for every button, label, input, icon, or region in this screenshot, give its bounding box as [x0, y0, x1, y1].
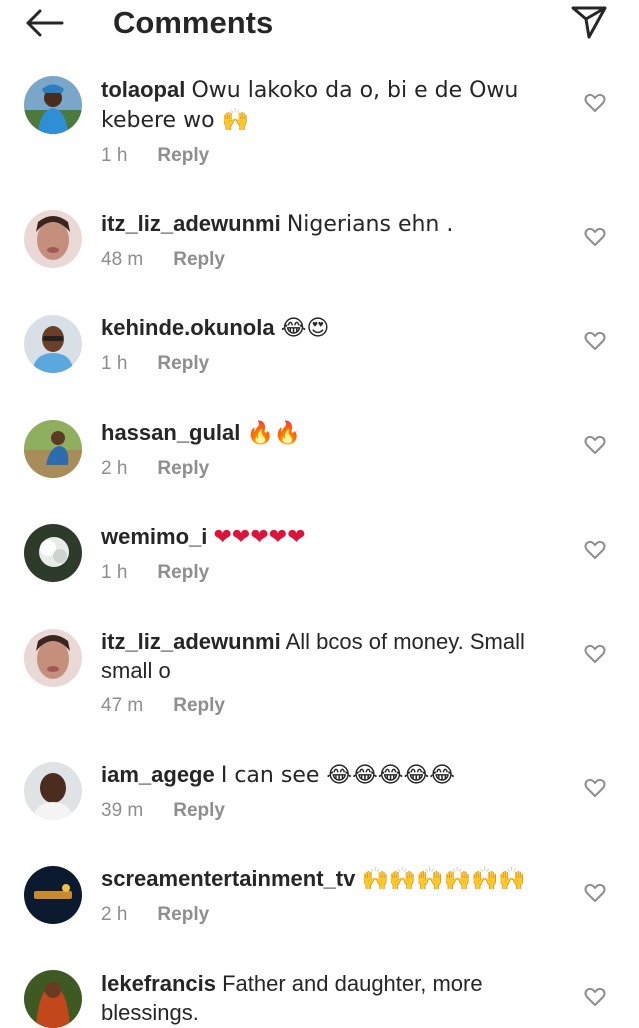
heart-icon [584, 987, 606, 1006]
reply-button[interactable]: Reply [173, 695, 225, 716]
like-button[interactable] [582, 641, 608, 667]
like-button[interactable] [582, 537, 608, 563]
reply-button[interactable]: Reply [157, 904, 209, 925]
comment-username[interactable]: kehinde.okunola [101, 315, 275, 340]
avatar[interactable] [24, 315, 82, 373]
comment-time: 2 h [101, 458, 128, 479]
comment-text: I can see 😂😂😂😂😂 [220, 763, 455, 788]
like-button[interactable] [582, 224, 608, 250]
avatar[interactable] [24, 866, 82, 924]
avatar[interactable] [24, 970, 82, 1028]
avatar[interactable] [24, 629, 82, 687]
like-button[interactable] [582, 775, 608, 801]
comment-text: ❤❤❤❤❤ [213, 525, 306, 550]
reply-button[interactable]: Reply [157, 562, 209, 583]
like-button[interactable] [582, 880, 608, 906]
comment-text: 🙌🙌🙌🙌🙌🙌 [361, 867, 526, 892]
comment-text: Nigerians ehn . [286, 212, 454, 237]
heart-icon [584, 644, 606, 663]
avatar[interactable] [24, 524, 82, 582]
reply-button[interactable]: Reply [157, 458, 209, 479]
heart-icon [584, 331, 606, 350]
comment-time: 1 h [101, 353, 128, 374]
comment-username[interactable]: screamentertainment_tv [101, 866, 355, 891]
reply-button[interactable]: Reply [157, 145, 209, 166]
heart-icon [584, 227, 606, 246]
comment-username[interactable]: itz_liz_adewunmi [101, 211, 281, 236]
back-button[interactable] [22, 4, 66, 42]
avatar[interactable] [24, 76, 82, 134]
comment-username[interactable]: itz_liz_adewunmi [101, 629, 281, 654]
page-title: Comments [113, 5, 274, 40]
comment-time: 39 m [101, 800, 144, 821]
paper-plane-icon [571, 6, 607, 39]
heart-icon [584, 778, 606, 797]
heart-icon [584, 540, 606, 559]
like-button[interactable] [582, 432, 608, 458]
reply-button[interactable]: Reply [173, 249, 225, 270]
comment-username[interactable]: lekefrancis [101, 971, 216, 996]
send-button[interactable] [566, 2, 612, 42]
comment-text: 😂😍 [280, 316, 330, 341]
comment-username[interactable]: iam_agege [101, 762, 215, 787]
heart-icon [584, 435, 606, 454]
header-bar: Comments [0, 0, 639, 52]
comment-username[interactable]: tolaopal [101, 77, 185, 102]
like-button[interactable] [582, 328, 608, 354]
comment-username[interactable]: hassan_gulal [101, 420, 240, 445]
avatar[interactable] [24, 210, 82, 268]
heart-icon [584, 93, 606, 112]
comment-time: 1 h [101, 145, 128, 166]
reply-button[interactable]: Reply [157, 353, 209, 374]
avatar[interactable] [24, 420, 82, 478]
comment-username[interactable]: wemimo_i [101, 524, 207, 549]
comment-time: 2 h [101, 904, 128, 925]
avatar[interactable] [24, 762, 82, 820]
comment-time: 48 m [101, 249, 144, 270]
like-button[interactable] [582, 90, 608, 116]
arrow-left-icon [26, 9, 64, 37]
comment-time: 47 m [101, 695, 144, 716]
comment-text: 🔥🔥 [246, 421, 302, 446]
heart-icon [584, 883, 606, 902]
reply-button[interactable]: Reply [173, 800, 225, 821]
like-button[interactable] [582, 984, 608, 1010]
comment-time: 1 h [101, 562, 128, 583]
